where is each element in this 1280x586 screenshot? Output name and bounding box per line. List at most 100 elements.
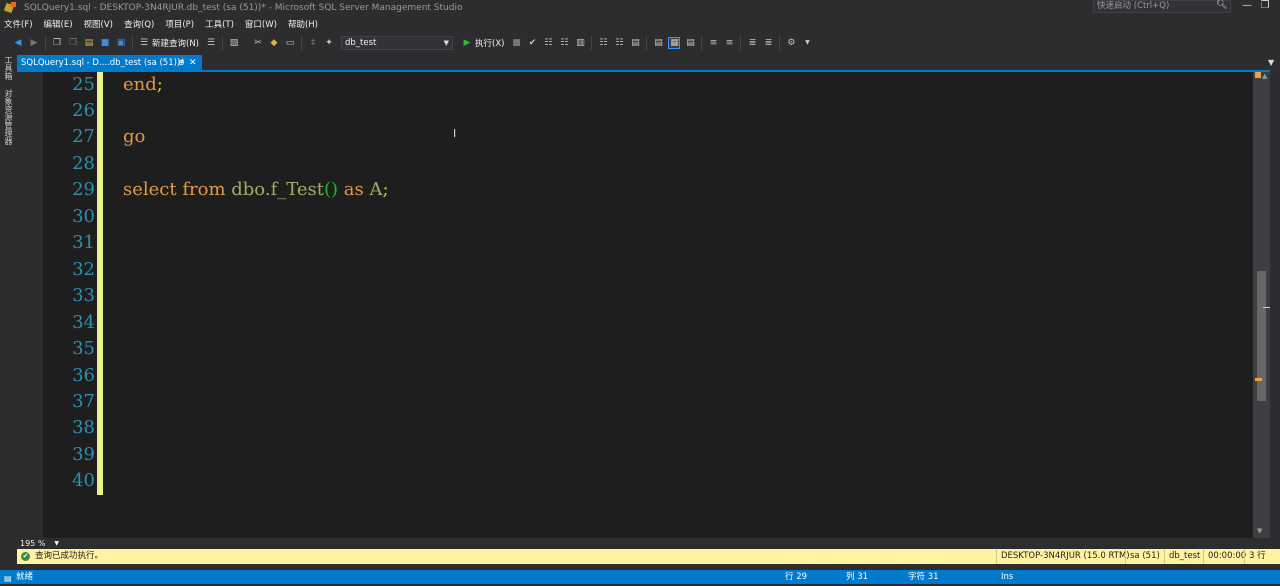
scroll-down-icon[interactable]: ▼ xyxy=(1257,527,1262,535)
back-icon[interactable]: ◀ xyxy=(12,37,24,49)
scrollbar-thumb[interactable] xyxy=(1257,271,1266,401)
scroll-up-icon[interactable]: ▲ xyxy=(1262,72,1267,80)
forward-icon[interactable]: ▶ xyxy=(28,37,40,49)
zoom-value: 195 % xyxy=(20,539,46,548)
execute-button[interactable]: 执行(X) xyxy=(475,37,504,49)
include-plan-icon[interactable]: ▥ xyxy=(574,37,586,49)
keyword-select: select xyxy=(123,179,177,200)
results-to-file-icon[interactable]: ▤ xyxy=(684,37,696,49)
line-number: 32 xyxy=(72,259,95,280)
debug-icon[interactable]: ‡ xyxy=(307,37,319,49)
menu-tools[interactable]: 工具(T) xyxy=(201,18,241,30)
new-query-button[interactable]: 新建查询(N) xyxy=(152,37,199,49)
ssms-app-icon[interactable] xyxy=(3,1,18,14)
tab-sqlquery1[interactable]: SQLQuery1.sql - D....db_test (sa (51))* … xyxy=(17,55,202,71)
line-number: 37 xyxy=(72,391,95,412)
line-number: 35 xyxy=(72,338,95,359)
keyword-end: end xyxy=(123,74,157,95)
object-explorer-tab[interactable]: 对象资源管理器 xyxy=(3,89,14,145)
menu-edit[interactable]: 编辑(E) xyxy=(40,18,80,30)
status-column: 列 31 xyxy=(846,572,869,582)
toolbar-options-icon[interactable]: ▼ xyxy=(801,37,813,49)
cut-icon[interactable]: ✂ xyxy=(252,37,264,49)
line-number: 29 xyxy=(72,179,95,200)
specify-template-values-icon[interactable]: ⚙ xyxy=(785,37,797,49)
indicator-margin xyxy=(17,72,43,538)
query-designer-icon[interactable]: ☷ xyxy=(558,37,570,49)
menu-view[interactable]: 视图(V) xyxy=(80,18,120,30)
uncomment-icon[interactable]: ≡ xyxy=(723,37,735,49)
live-stats-icon[interactable]: ☷ xyxy=(597,37,609,49)
cancel-query-icon[interactable]: ■ xyxy=(510,37,522,49)
toolbar-separator xyxy=(591,35,593,50)
results-to-text-icon[interactable]: ▤ xyxy=(629,37,641,49)
title-bar: SQLQuery1.sql - DESKTOP-3N4RJUR.db_test … xyxy=(0,0,1280,15)
results-to-grid-icon[interactable]: ▤ xyxy=(652,37,664,49)
database-engine-query-icon[interactable]: ☰ xyxy=(205,37,217,49)
restore-button[interactable]: ❐ xyxy=(1256,0,1274,14)
line-number: 33 xyxy=(72,285,95,306)
decrease-indent-icon[interactable]: ≣ xyxy=(746,37,758,49)
menu-project[interactable]: 项目(P) xyxy=(161,18,201,30)
tab-overflow-icon[interactable]: ▼ xyxy=(1268,58,1274,67)
tab-label: SQLQuery1.sql - D....db_test (sa (51))* xyxy=(21,58,185,68)
menu-query[interactable]: 查询(Q) xyxy=(120,18,161,30)
document-tab-row: SQLQuery1.sql - D....db_test (sa (51))* … xyxy=(17,55,1280,71)
query-status-bar: ✔ 查询已成功执行。 DESKTOP-3N4RJUR (15.0 RTM) sa… xyxy=(17,549,1280,564)
client-stats-icon[interactable]: ☷ xyxy=(613,37,625,49)
menu-help[interactable]: 帮助(H) xyxy=(284,18,325,30)
new-query-icon[interactable]: ☰ xyxy=(138,37,150,49)
database-select[interactable]: db_test ▼ xyxy=(341,35,453,50)
display-estimated-plan-icon[interactable]: ☷ xyxy=(542,37,554,49)
toolbar-separator xyxy=(740,35,742,50)
query-status-message: 查询已成功执行。 xyxy=(35,551,104,561)
toolbar-separator xyxy=(701,35,703,50)
pin-icon[interactable]: ⊕ xyxy=(178,55,185,71)
increase-indent-icon[interactable]: ≣ xyxy=(762,37,774,49)
save-all-icon[interactable]: ▣ xyxy=(115,37,127,49)
menu-bar: 文件(F) 编辑(E) 视图(V) 查询(Q) 项目(P) 工具(T) 窗口(W… xyxy=(0,15,1280,32)
line-number: 31 xyxy=(72,232,95,253)
chevron-down-icon: ▼ xyxy=(54,540,59,547)
toolbar-separator xyxy=(222,35,223,50)
close-icon[interactable]: ✕ xyxy=(189,55,197,71)
minimize-button[interactable]: — xyxy=(1238,0,1256,14)
analysis-query-icon[interactable]: ▧ xyxy=(228,37,240,49)
chevron-down-icon: ▼ xyxy=(443,38,449,47)
status-bar: ▤ 就绪 行 29 列 31 字符 31 Ins xyxy=(0,570,1280,584)
quick-launch-input[interactable]: 快速启动 (Ctrl+Q) xyxy=(1093,0,1231,13)
database-select-value: db_test xyxy=(345,37,377,48)
menu-window[interactable]: 窗口(W) xyxy=(241,18,284,30)
change-tracking-bar xyxy=(97,72,103,495)
server-name: DESKTOP-3N4RJUR (15.0 RTM) xyxy=(996,549,1130,564)
object-explorer-icon[interactable]: ◆ xyxy=(268,37,280,49)
results-to-grid-active-icon[interactable]: ▦ xyxy=(668,36,681,49)
status-character: 字符 31 xyxy=(908,572,939,582)
zoom-select[interactable]: 195 % ▼ xyxy=(17,538,61,549)
toolbox-tab[interactable]: 工具箱 xyxy=(3,56,14,80)
elapsed-time: 00:00:00 xyxy=(1203,549,1246,564)
line-number: 30 xyxy=(72,206,95,227)
execute-icon[interactable]: ▶ xyxy=(461,37,473,49)
line-number: 34 xyxy=(72,312,95,333)
parse-icon[interactable]: ✔ xyxy=(526,37,538,49)
alias-name: A xyxy=(369,179,383,200)
menu-file[interactable]: 文件(F) xyxy=(0,18,40,30)
search-icon[interactable]: 🔍︎ xyxy=(1216,0,1227,10)
new-project-icon[interactable]: ❐ xyxy=(51,37,63,49)
results-icon[interactable]: ▭ xyxy=(284,37,296,49)
standard-toolbar: ◀ ▶ ❐ ❐ ▤ ■ ▣ ☰ 新建查询(N) ☰ ▧ ✂ ◆ ▭ ‡ ✦ db… xyxy=(0,32,1280,53)
query-editor[interactable]: 25 26 27 28 29 30 31 32 33 34 35 36 37 3… xyxy=(17,72,1253,538)
line-number: 40 xyxy=(72,470,95,491)
save-icon[interactable]: ■ xyxy=(99,37,111,49)
vertical-scrollbar[interactable]: ▲ ▼ xyxy=(1253,72,1270,538)
line-number: 38 xyxy=(72,417,95,438)
row-count: 3 行 xyxy=(1244,549,1266,564)
text-cursor-icon: I xyxy=(453,127,457,140)
change-connection-icon[interactable]: ✦ xyxy=(323,37,335,49)
add-item-icon[interactable]: ❐ xyxy=(67,37,79,49)
line-number: 27 xyxy=(72,126,95,147)
open-file-icon[interactable]: ▤ xyxy=(83,37,95,49)
comment-out-icon[interactable]: ≡ xyxy=(707,37,719,49)
line-number: 26 xyxy=(72,100,95,121)
